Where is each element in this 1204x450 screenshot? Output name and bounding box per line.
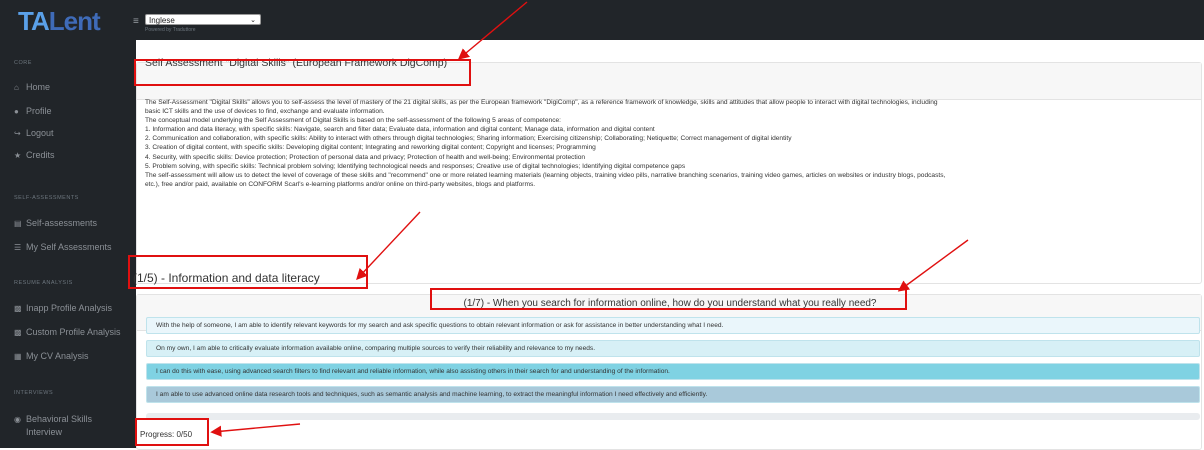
menu-toggle-icon[interactable]: ≡: [133, 16, 139, 27]
annotation-box-title: [134, 59, 471, 86]
sidebar-item-logout[interactable]: ↪ Logout: [14, 128, 54, 138]
intro-description: The Self-Assessment "Digital Skills" all…: [145, 98, 1193, 189]
document-icon: ▦: [14, 352, 22, 361]
user-icon: ●: [14, 107, 19, 116]
sidebar-item-profile[interactable]: ● Profile: [14, 106, 52, 116]
chart-icon: ▩: [14, 304, 22, 313]
sidebar-item-my-cv-analysis[interactable]: ▦ My CV Analysis: [14, 351, 89, 361]
sidebar-section-resume-analysis: RESUME ANALYSIS: [14, 280, 73, 286]
sidebar-item-credits[interactable]: ★ Credits: [14, 150, 55, 160]
list-icon: ☰: [14, 243, 22, 252]
annotation-box-section: [128, 255, 368, 289]
mic-icon: ◉: [14, 415, 21, 424]
intro-line: The self-assessment will allow us to det…: [145, 171, 946, 179]
annotation-box-progress: [135, 418, 209, 446]
clipboard-icon: ▤: [14, 219, 22, 228]
sidebar-item-home[interactable]: ⌂ Home: [14, 82, 50, 92]
intro-line: The conceptual model underlying the Self…: [145, 117, 561, 125]
intro-line: 3. Creation of digital content, with spe…: [145, 144, 596, 152]
talent-logo[interactable]: TALent: [18, 6, 101, 37]
home-icon: ⌂: [14, 83, 19, 92]
sidebar-item-self-assessments[interactable]: ▤ Self-assessments: [14, 218, 97, 228]
language-select[interactable]: Inglese ⌄: [145, 14, 261, 25]
sidebar-item-behavioral-skills[interactable]: ◉ Behavioral Skills: [14, 414, 92, 424]
sidebar-section-self-assessments: SELF-ASSESSMENTS: [14, 195, 79, 201]
intro-line: The Self-Assessment "Digital Skills" all…: [145, 99, 938, 106]
intro-line: etc.), free and/or paid, available on CO…: [145, 180, 536, 188]
answer-option-3[interactable]: I can do this with ease, using advanced …: [146, 363, 1200, 380]
answer-option-2[interactable]: On my own, I am able to critically evalu…: [146, 340, 1200, 357]
intro-line: basic ICT skills and the use of devices …: [145, 108, 385, 116]
annotation-box-question: [430, 288, 907, 310]
sidebar-section-core: CORE: [14, 60, 32, 66]
powered-by-text: Powered by Traduttore: [145, 27, 196, 33]
chart-icon: ▩: [14, 328, 22, 337]
sidebar-item-inapp-profile-analysis[interactable]: ▩ Inapp Profile Analysis: [14, 303, 112, 313]
intro-line: 2. Communication and collaboration, with…: [145, 135, 792, 143]
credits-icon: ★: [14, 151, 22, 160]
answer-option-1[interactable]: With the help of someone, I am able to i…: [146, 317, 1200, 334]
sidebar-item-interview[interactable]: Interview: [26, 427, 62, 437]
answer-option-4[interactable]: I am able to use advanced online data re…: [146, 386, 1200, 403]
intro-line: 5. Problem solving, with specific skills…: [145, 162, 686, 170]
sidebar-section-interviews: INTERVIEWS: [14, 390, 54, 396]
progress-bar: [146, 413, 1200, 420]
sidebar-item-my-self-assessments[interactable]: ☰ My Self Assessments: [14, 242, 112, 252]
sidebar-item-custom-profile-analysis[interactable]: ▩ Custom Profile Analysis: [14, 327, 121, 337]
intro-line: 4. Security, with specific skills: Devic…: [145, 153, 586, 161]
chevron-down-icon: ⌄: [250, 17, 256, 24]
intro-line: 1. Information and data literacy, with s…: [145, 126, 655, 134]
logout-icon: ↪: [14, 129, 21, 138]
